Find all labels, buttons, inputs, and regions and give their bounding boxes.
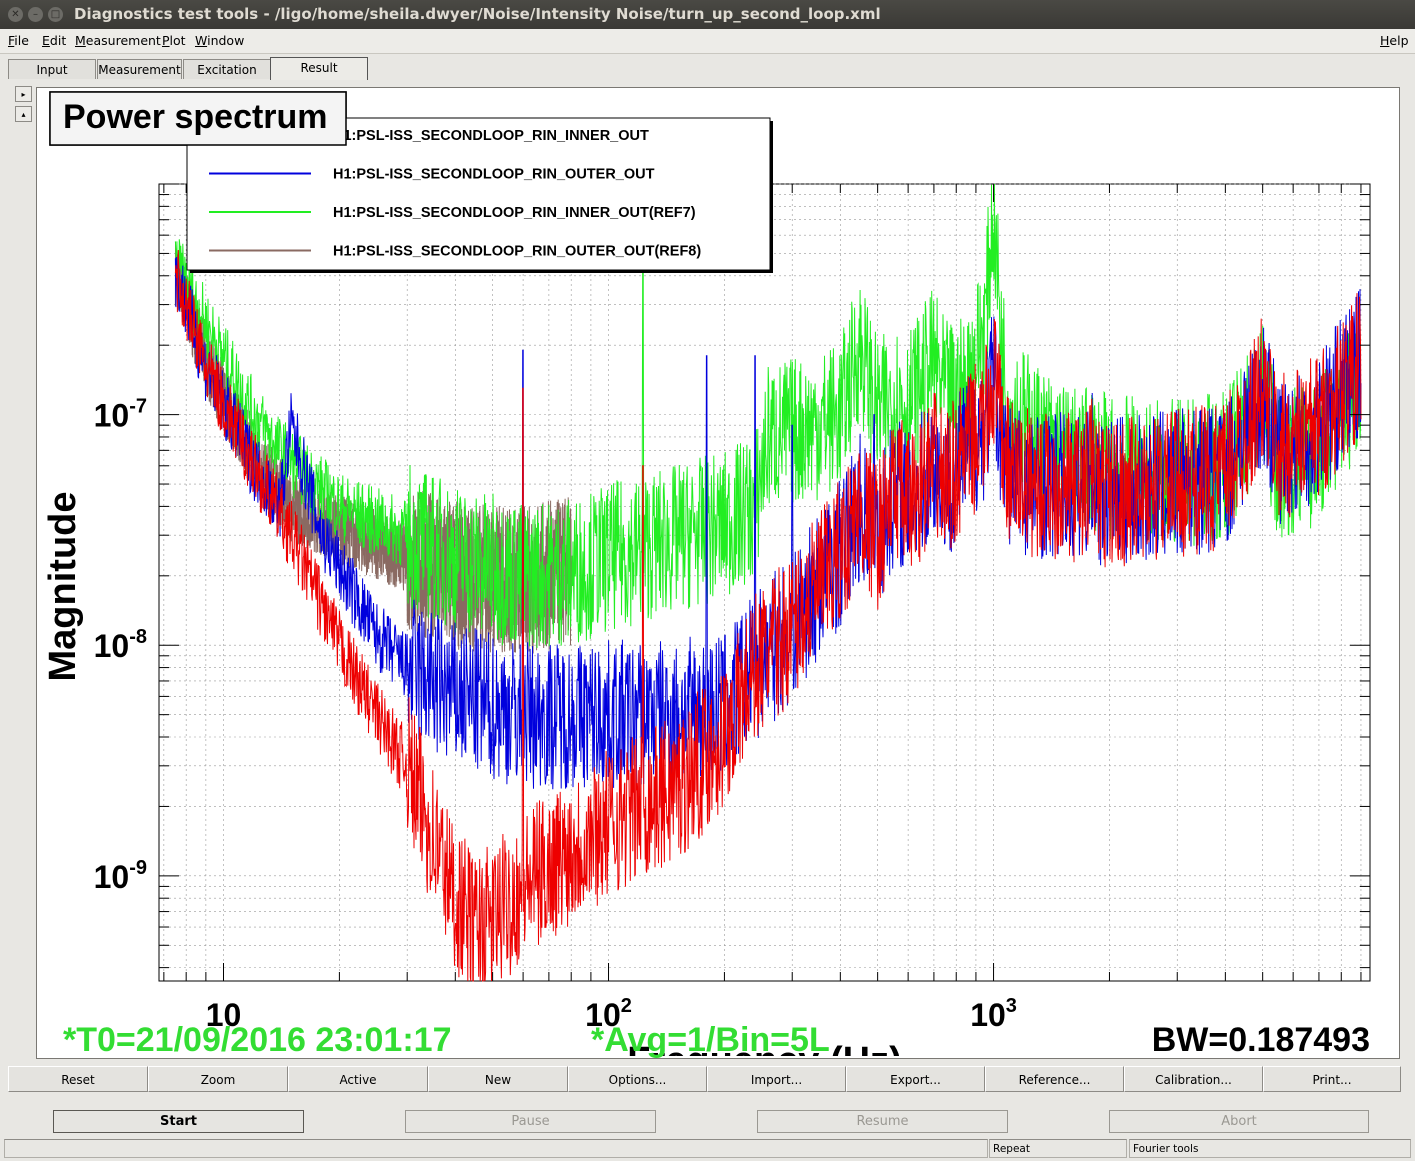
menu-bar: File Edit Measurement Plot Window Help (0, 29, 1415, 54)
zoom-button[interactable]: Zoom (148, 1066, 288, 1092)
y-tick-label-1e-7: 10-7 (94, 396, 147, 434)
status-fourier-tools: Fourier tools (1129, 1139, 1411, 1158)
tab-input[interactable]: Input (8, 59, 96, 79)
export-button[interactable]: Export... (846, 1066, 985, 1092)
legend-label-2: H1:PSL-ISS_SECONDLOOP_RIN_INNER_OUT(REF7… (333, 205, 696, 221)
y-axis-label: Magnitude (42, 492, 84, 682)
menu-plot[interactable]: Plot (162, 33, 186, 48)
status-avg: *Avg=1/Bin=5L (591, 1021, 830, 1058)
legend-label-0: H1:PSL-ISS_SECONDLOOP_RIN_INNER_OUT (333, 128, 649, 144)
legend-label-3: H1:PSL-ISS_SECONDLOOP_RIN_OUTER_OUT(REF8… (333, 244, 701, 260)
abort-button[interactable]: Abort (1109, 1110, 1369, 1133)
menu-edit[interactable]: Edit (42, 33, 66, 48)
expand-arrow-icon[interactable]: ▸ (15, 86, 32, 102)
close-window-icon[interactable]: ✕ (8, 7, 23, 22)
reset-button[interactable]: Reset (8, 1066, 148, 1092)
options-button[interactable]: Options... (568, 1066, 707, 1092)
plot-canvas[interactable]: 1010210310-910-810-7MagnitudeFrequency (… (36, 87, 1400, 1059)
minimize-window-icon[interactable]: – (28, 7, 43, 22)
y-tick-label-1e-9: 10-9 (94, 857, 147, 895)
import-button[interactable]: Import... (707, 1066, 846, 1092)
status-repeat: Repeat (989, 1139, 1127, 1158)
menu-measurement[interactable]: Measurement (75, 33, 161, 48)
tab-excitation[interactable]: Excitation (183, 59, 271, 79)
status-bar: Repeat Fourier tools (0, 1138, 1415, 1161)
new-button[interactable]: New (428, 1066, 568, 1092)
window-titlebar: ✕ – □ Diagnostics test tools - /ligo/hom… (0, 0, 1415, 29)
menu-help[interactable]: Help (1380, 33, 1409, 48)
tab-result[interactable]: Result (270, 57, 368, 80)
legend-label-1: H1:PSL-ISS_SECONDLOOP_RIN_OUTER_OUT (333, 167, 655, 183)
status-bw: BW=0.187493 (1152, 1021, 1370, 1058)
print-button[interactable]: Print... (1263, 1066, 1401, 1092)
pause-button[interactable]: Pause (405, 1110, 656, 1133)
menu-file[interactable]: File (8, 33, 29, 48)
calibration-button[interactable]: Calibration... (1124, 1066, 1263, 1092)
status-message (4, 1139, 988, 1158)
start-button[interactable]: Start (53, 1110, 304, 1133)
menu-window[interactable]: Window (195, 33, 244, 48)
tab-bar: Input Measurement Excitation Result (0, 54, 1415, 80)
reference-button[interactable]: Reference... (985, 1066, 1124, 1092)
window-title: Diagnostics test tools - /ligo/home/shei… (74, 5, 881, 23)
plot-button-bar: Reset Zoom Active New Options... Import.… (8, 1066, 1407, 1093)
resume-button[interactable]: Resume (757, 1110, 1008, 1133)
status-t0: *T0=21/09/2016 23:01:17 (63, 1021, 451, 1058)
plot-title-front: Power spectrum (63, 98, 328, 136)
active-button[interactable]: Active (288, 1066, 428, 1092)
maximize-window-icon[interactable]: □ (48, 7, 63, 22)
tab-measurement[interactable]: Measurement (97, 59, 182, 79)
power-spectrum-chart[interactable]: 1010210310-910-810-7MagnitudeFrequency (… (37, 88, 1399, 1058)
x-tick-label-1000: 103 (970, 995, 1017, 1033)
y-tick-label-1e-8: 10-8 (94, 626, 147, 664)
collapse-arrow-icon[interactable]: ▴ (15, 106, 32, 122)
